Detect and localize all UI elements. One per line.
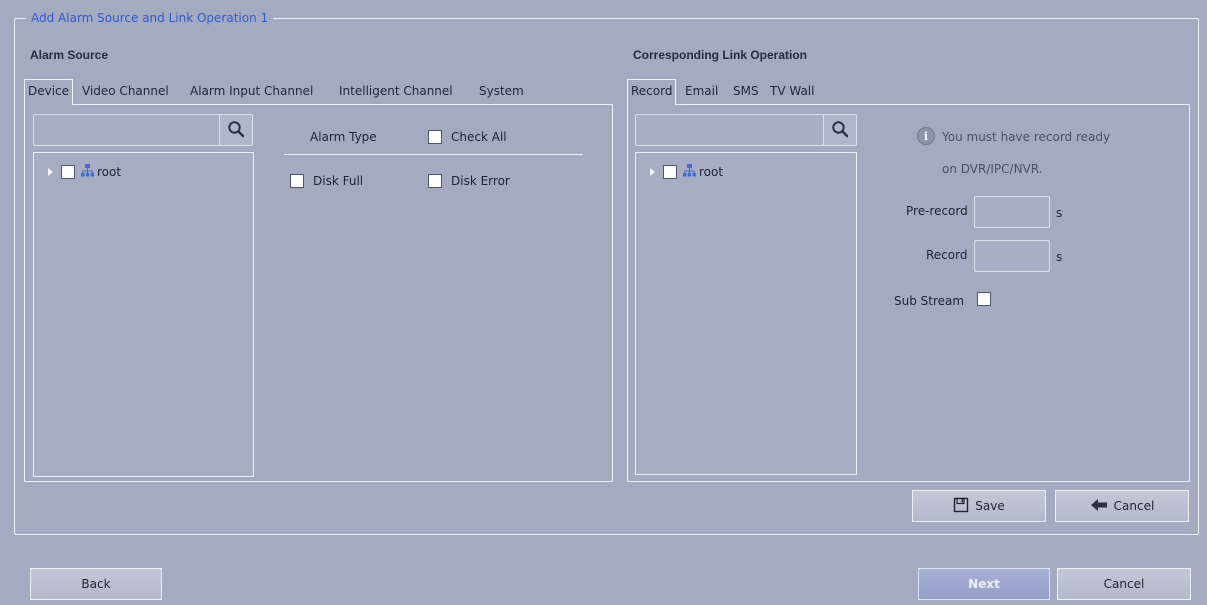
cancel-label: Cancel xyxy=(1113,499,1155,513)
record-unit: s xyxy=(1056,250,1063,264)
disk-full-label: Disk Full xyxy=(313,174,364,188)
tree-node-root[interactable]: root xyxy=(48,163,121,181)
record-info-line1: You must have record ready xyxy=(942,130,1111,144)
alarm-source-search-input[interactable] xyxy=(33,114,221,146)
link-operation-label: Corresponding Link Operation xyxy=(633,48,808,62)
link-operation-tree: root xyxy=(635,152,857,475)
tab-email[interactable]: Email xyxy=(684,80,719,104)
floppy-disk-icon xyxy=(953,497,969,516)
alarm-type-label: Alarm Type xyxy=(310,130,377,144)
alarm-type-divider xyxy=(284,154,583,155)
disk-error-checkbox[interactable] xyxy=(428,174,442,188)
expand-arrow-icon[interactable] xyxy=(650,168,655,176)
tab-sms[interactable]: SMS xyxy=(732,80,760,104)
prerecord-label: Pre-record xyxy=(906,204,968,218)
info-icon: i xyxy=(917,127,935,145)
prerecord-unit: s xyxy=(1056,206,1063,220)
check-all-label: Check All xyxy=(451,130,507,144)
substream-checkbox[interactable] xyxy=(977,292,991,306)
disk-full-checkbox[interactable] xyxy=(290,174,304,188)
tree-root-checkbox[interactable] xyxy=(61,165,75,179)
record-info-line2: on DVR/IPC/NVR. xyxy=(942,162,1043,176)
save-label: Save xyxy=(975,499,1005,513)
link-operation-search-button[interactable] xyxy=(823,114,857,146)
back-arrow-icon xyxy=(1090,498,1108,515)
alarm-source-search-button[interactable] xyxy=(219,114,253,146)
tree-node-root[interactable]: root xyxy=(650,163,723,181)
tab-alarm-input-channel[interactable]: Alarm Input Channel xyxy=(189,80,314,104)
prerecord-input[interactable] xyxy=(974,196,1050,228)
back-button[interactable]: Back xyxy=(30,568,162,600)
next-button[interactable]: Next xyxy=(918,568,1050,600)
network-tree-icon xyxy=(80,163,95,181)
tab-system[interactable]: System xyxy=(478,80,525,104)
alarm-source-label: Alarm Source xyxy=(30,48,109,62)
expand-arrow-icon[interactable] xyxy=(48,168,53,176)
search-icon xyxy=(831,120,849,141)
tree-root-label: root xyxy=(699,165,724,179)
substream-label: Sub Stream xyxy=(894,294,965,308)
record-label: Record xyxy=(926,248,968,262)
check-all-checkbox[interactable] xyxy=(428,130,442,144)
save-button[interactable]: Save xyxy=(912,490,1046,522)
network-tree-icon xyxy=(682,163,697,181)
search-icon xyxy=(227,120,245,141)
group-title: Add Alarm Source and Link Operation 1 xyxy=(26,10,274,26)
record-input[interactable] xyxy=(974,240,1050,272)
tab-intelligent-channel[interactable]: Intelligent Channel xyxy=(338,80,454,104)
tab-video-channel[interactable]: Video Channel xyxy=(81,80,170,104)
tab-record[interactable]: Record xyxy=(627,79,677,105)
tree-root-checkbox[interactable] xyxy=(663,165,677,179)
link-operation-search-input[interactable] xyxy=(635,114,824,146)
alarm-source-tree: root xyxy=(33,152,254,477)
tab-device[interactable]: Device xyxy=(24,79,74,105)
disk-error-label: Disk Error xyxy=(451,174,510,188)
tab-tv-wall[interactable]: TV Wall xyxy=(769,80,815,104)
cancel-link-button[interactable]: Cancel xyxy=(1055,490,1189,522)
cancel-button[interactable]: Cancel xyxy=(1057,568,1191,600)
tree-root-label: root xyxy=(97,165,122,179)
